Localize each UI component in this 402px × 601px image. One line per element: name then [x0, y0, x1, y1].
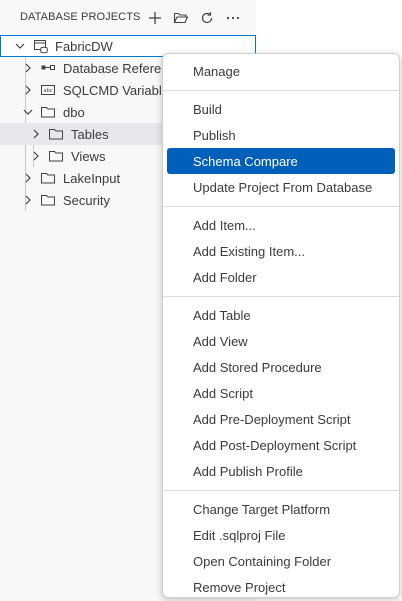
open-project-button[interactable] [170, 7, 192, 29]
more-actions-button[interactable] [222, 7, 244, 29]
svg-text:abc: abc [44, 88, 53, 94]
menu-item-update-project-from-database[interactable]: Update Project From Database [167, 174, 395, 200]
folder-icon [40, 104, 56, 120]
menu-item-add-post-deployment-script[interactable]: Add Post-Deployment Script [167, 432, 395, 458]
tree-item-label: Security [63, 193, 110, 208]
menu-item-add-stored-procedure[interactable]: Add Stored Procedure [167, 354, 395, 380]
menu-separator [163, 296, 399, 297]
tree-item-label: SQLCMD Variables [63, 83, 176, 98]
folder-icon [48, 126, 64, 142]
context-menu: Manage Build Publish Schema Compare Upda… [162, 53, 400, 598]
tree-item-label: FabricDW [55, 39, 113, 54]
chevron-right-icon [20, 170, 36, 186]
database-project-icon [33, 38, 49, 54]
refresh-icon [201, 12, 213, 24]
menu-item-add-folder[interactable]: Add Folder [167, 264, 395, 290]
tree-item-label: dbo [63, 105, 85, 120]
chevron-right-icon [28, 148, 44, 164]
menu-item-open-containing-folder[interactable]: Open Containing Folder [167, 548, 395, 574]
menu-item-schema-compare[interactable]: Schema Compare [167, 148, 395, 174]
chevron-right-icon [20, 82, 36, 98]
menu-separator [163, 490, 399, 491]
folder-open-icon [173, 12, 189, 24]
chevron-right-icon [28, 126, 44, 142]
menu-item-remove-project[interactable]: Remove Project [167, 574, 395, 600]
menu-item-add-table[interactable]: Add Table [167, 302, 395, 328]
menu-item-add-view[interactable]: Add View [167, 328, 395, 354]
menu-item-add-item[interactable]: Add Item... [167, 212, 395, 238]
new-project-button[interactable] [144, 7, 166, 29]
menu-separator [163, 206, 399, 207]
header-actions [144, 7, 244, 29]
menu-item-add-existing-item[interactable]: Add Existing Item... [167, 238, 395, 264]
menu-item-add-publish-profile[interactable]: Add Publish Profile [167, 458, 395, 484]
menu-item-add-pre-deployment-script[interactable]: Add Pre-Deployment Script [167, 406, 395, 432]
chevron-down-icon [20, 104, 36, 120]
menu-item-change-target-platform[interactable]: Change Target Platform [167, 496, 395, 522]
menu-separator [163, 90, 399, 91]
chevron-right-icon [20, 192, 36, 208]
tree-item-label: Views [71, 149, 106, 164]
panel-title: DATABASE PROJECTS [20, 11, 141, 23]
menu-item-add-script[interactable]: Add Script [167, 380, 395, 406]
menu-item-edit-sqlproj-file[interactable]: Edit .sqlproj File [167, 522, 395, 548]
tree-item-label: Tables [71, 127, 109, 142]
database-reference-icon [40, 60, 56, 76]
more-icon [226, 16, 240, 20]
refresh-button[interactable] [196, 7, 218, 29]
sqlcmd-variable-icon: abc [40, 82, 56, 98]
chevron-right-icon [20, 60, 36, 76]
folder-icon [48, 148, 64, 164]
tree-item-label: LakeInput [63, 171, 121, 186]
add-icon [149, 12, 161, 24]
chevron-down-icon [12, 38, 28, 54]
folder-icon [40, 192, 56, 208]
menu-item-build[interactable]: Build [167, 96, 395, 122]
panel-header: DATABASE PROJECTS [0, 0, 256, 35]
menu-item-publish[interactable]: Publish [167, 122, 395, 148]
menu-item-manage[interactable]: Manage [167, 58, 395, 84]
folder-icon [40, 170, 56, 186]
